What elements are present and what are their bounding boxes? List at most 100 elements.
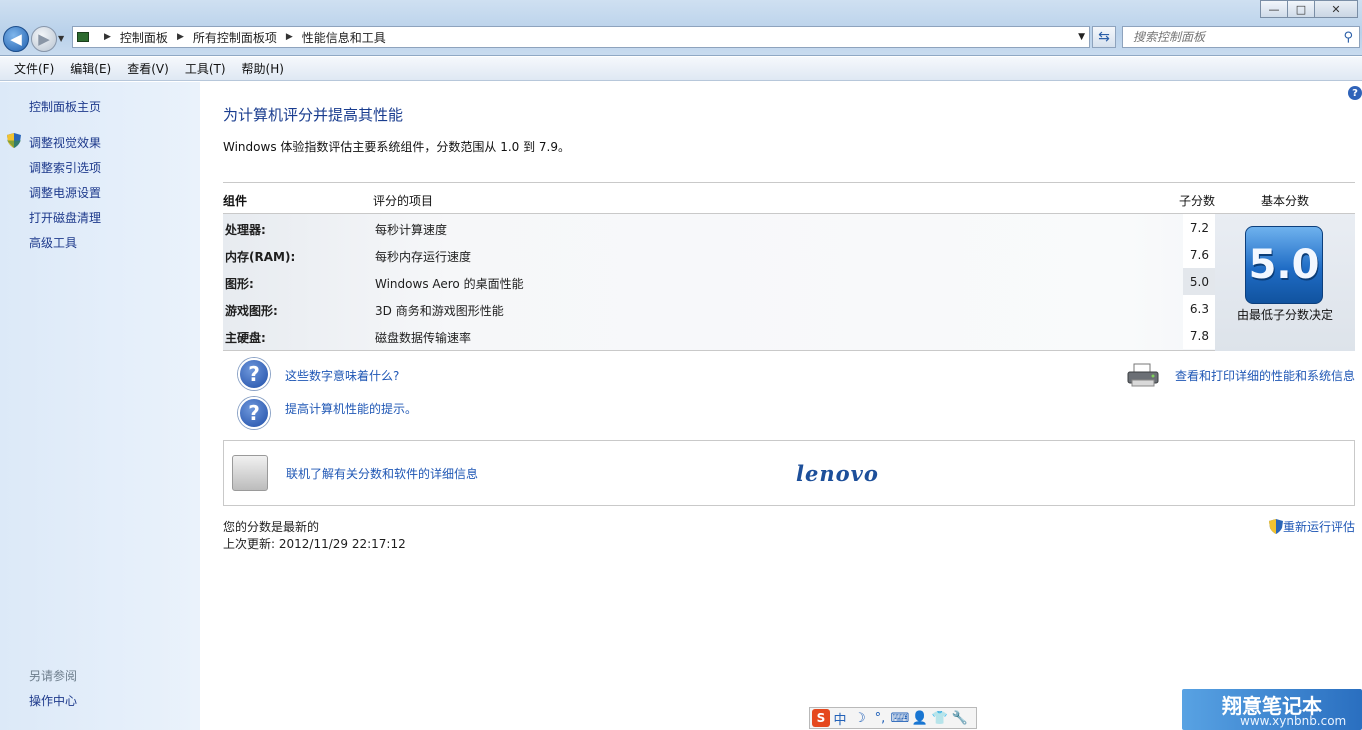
table-body: 处理器: 每秒计算速度 7.2 内存(RAM): 每秒内存运行速度 7.6 图形… [223,214,1355,351]
header-component: 组件 [223,194,248,208]
base-score-badge: 5.0 [1245,226,1323,304]
help-icon[interactable]: ? [1348,86,1362,100]
sidebar-item-action-center[interactable]: 操作中心 [29,692,77,709]
online-details-link[interactable]: 联机了解有关分数和软件的详细信息 [286,465,478,482]
help-question-icon: ? [238,358,270,390]
search-input[interactable] [1133,30,1333,44]
search-box[interactable]: ⚲ [1122,26,1360,48]
menu-view[interactable]: 查看(V) [127,60,169,77]
rerun-assessment-button[interactable]: 重新运行评估 [1268,518,1355,535]
see-also-label: 另请参阅 [29,669,78,683]
row-subscore: 7.2 [1183,214,1215,241]
menu-help[interactable]: 帮助(H) [242,60,284,77]
menu-tools[interactable]: 工具(T) [185,60,226,77]
performance-tips-link[interactable]: 提高计算机性能的提示。 [285,400,417,417]
sidebar: 控制面板主页 调整视觉效果 调整索引选项 调整电源设置 打开磁盘清理 高级工具 … [0,82,200,730]
shield-icon [1268,519,1283,534]
printer-icon [1127,363,1159,387]
row-component: 内存(RAM): [225,250,296,264]
row-component: 图形: [225,277,254,291]
software-box-icon [232,455,268,491]
main-content: ? 为计算机评分并提高其性能 Windows 体验指数评估主要系统组件，分数范围… [200,82,1362,730]
watermark-url: www.xynbnb.com [1240,714,1347,728]
arrow-left-icon: ◀ [10,30,22,48]
rerun-assessment-label: 重新运行评估 [1282,520,1355,534]
row-rated: 每秒内存运行速度 [375,250,472,264]
table-row: 内存(RAM): 每秒内存运行速度 7.6 [223,241,1215,268]
chevron-right-icon[interactable]: ▶ [104,32,111,42]
row-subscore: 7.6 [1183,241,1215,268]
table-row: 游戏图形: 3D 商务和游戏图形性能 6.3 [223,295,1215,322]
table-row: 图形: Windows Aero 的桌面性能 5.0 [223,268,1215,295]
close-button[interactable]: ✕ [1314,0,1358,18]
breadcrumb-performance[interactable]: 性能信息和工具 [302,29,386,46]
sidebar-item-power[interactable]: 调整电源设置 [29,184,101,201]
row-subscore: 6.3 [1183,295,1215,322]
breadcrumb-control-panel[interactable]: 控制面板 [120,29,168,46]
header-basescore: 基本分数 [1261,194,1310,208]
chinese-mode-icon[interactable]: 中 [830,709,850,728]
sidebar-item-visual-effects[interactable]: 调整视觉效果 [29,134,101,151]
keyboard-icon[interactable]: ⌨ [890,711,910,726]
skin-icon[interactable]: 👕 [930,711,950,726]
search-icon[interactable]: ⚲ [1343,30,1353,45]
menu-edit[interactable]: 编辑(E) [70,60,111,77]
header-rated: 评分的项目 [373,194,434,208]
minimize-button[interactable]: — [1260,0,1288,18]
title-address-bar: — □ ✕ ◀ ▶ ▼ ▶ 控制面板 ▶ 所有控制面板项 ▶ 性能信息和工具 ▼… [0,0,1362,56]
half-width-icon[interactable]: ☽ [850,711,870,726]
address-bar[interactable]: ▶ 控制面板 ▶ 所有控制面板项 ▶ 性能信息和工具 ▼ [72,26,1090,48]
lenovo-logo: lenovo [796,461,879,486]
address-dropdown-icon[interactable]: ▼ [1078,32,1085,42]
table-row: 处理器: 每秒计算速度 7.2 [223,214,1215,241]
site-watermark: 翔意笔记本 www.xynbnb.com [1182,689,1362,730]
last-update: 上次更新: 2012/11/29 22:17:12 [223,537,406,551]
score-status: 您的分数是最新的 [223,520,320,534]
settings-wrench-icon[interactable]: 🔧 [950,711,970,726]
lenovo-info-box: 联机了解有关分数和软件的详细信息 lenovo [223,440,1355,506]
sogou-logo-icon[interactable]: S [812,709,830,727]
refresh-button[interactable]: ⇆ [1092,26,1116,48]
breadcrumb-all-items[interactable]: 所有控制面板项 [193,29,277,46]
user-icon[interactable]: 👤 [910,711,930,726]
base-score-caption: 由最低子分数决定 [1236,308,1333,322]
refresh-icon: ⇆ [1098,29,1110,45]
print-details-link[interactable]: 查看和打印详细的性能和系统信息 [1175,367,1355,384]
sidebar-item-indexing[interactable]: 调整索引选项 [29,159,101,176]
row-rated: 每秒计算速度 [375,223,448,237]
punctuation-icon[interactable]: °, [870,711,890,726]
chevron-right-icon[interactable]: ▶ [286,32,293,42]
header-subscore: 子分数 [1179,194,1216,208]
menu-file[interactable]: 文件(F) [14,60,54,77]
row-subscore: 7.8 [1183,322,1215,349]
sidebar-item-disk-cleanup[interactable]: 打开磁盘清理 [29,209,101,226]
row-component: 游戏图形: [225,304,278,318]
maximize-button[interactable]: □ [1287,0,1315,18]
menu-bar: 文件(F) 编辑(E) 查看(V) 工具(T) 帮助(H) [0,57,1362,81]
sidebar-control-panel-home[interactable]: 控制面板主页 [29,98,101,115]
ime-toolbar: S 中 ☽ °, ⌨ 👤 👕 🔧 [809,707,977,729]
row-component: 主硬盘: [225,331,266,345]
sidebar-item-advanced-tools[interactable]: 高级工具 [29,234,77,251]
arrow-right-icon: ▶ [38,30,50,48]
base-score-cell: 5.0 由最低子分数决定 [1215,214,1355,351]
forward-button[interactable]: ▶ [31,26,57,52]
page-description: Windows 体验指数评估主要系统组件，分数范围从 1.0 到 7.9。 [223,140,570,154]
back-button[interactable]: ◀ [3,26,29,52]
table-header: 组件 评分的项目 子分数 基本分数 [223,182,1355,214]
score-table: 组件 评分的项目 子分数 基本分数 处理器: 每秒计算速度 7.2 内存(RAM… [223,182,1355,351]
row-rated: Windows Aero 的桌面性能 [375,277,524,291]
row-component: 处理器: [225,223,266,237]
row-rated: 磁盘数据传输速率 [375,331,472,345]
row-subscore-lowest: 5.0 [1183,268,1215,295]
row-rated: 3D 商务和游戏图形性能 [375,304,504,318]
page-title: 为计算机评分并提高其性能 [223,106,404,124]
control-panel-icon [77,32,89,42]
help-question-icon: ? [238,397,270,429]
chevron-right-icon[interactable]: ▶ [177,32,184,42]
what-numbers-link[interactable]: 这些数字意味着什么? [285,367,399,384]
table-row: 主硬盘: 磁盘数据传输速率 7.8 [223,322,1215,349]
window-controls: — □ ✕ [1260,0,1358,18]
recent-pages-dropdown[interactable]: ▼ [58,34,64,43]
shield-icon [7,133,21,148]
